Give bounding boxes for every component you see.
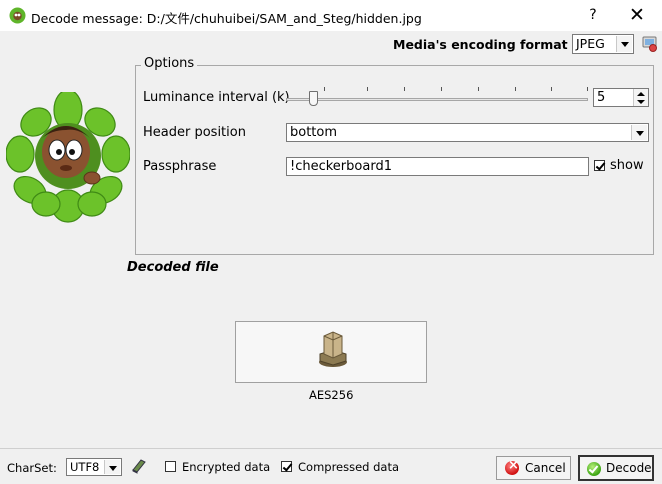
decoded-file-label: Decoded file <box>127 260 219 275</box>
encrypted-data-checkbox[interactable] <box>165 461 176 472</box>
cancel-button[interactable]: Cancel <box>496 456 571 480</box>
slider-tick <box>551 87 552 91</box>
encoding-format-value: JPEG <box>576 36 605 51</box>
decode-button-label: Decode <box>606 461 652 475</box>
luminance-value: 5 <box>597 90 606 105</box>
show-passphrase-checkbox[interactable] <box>594 160 605 171</box>
chevron-down-icon <box>631 125 647 140</box>
options-legend: Options <box>141 56 198 71</box>
footer-separator <box>0 448 662 449</box>
header-position-value: bottom <box>290 125 338 140</box>
slider-tick <box>587 87 588 91</box>
charset-value: UTF8 <box>70 460 100 474</box>
slider-tick <box>367 87 368 91</box>
slider-tick <box>515 87 516 91</box>
package-icon <box>319 331 347 367</box>
chevron-down-icon <box>104 460 120 474</box>
luminance-slider-thumb[interactable] <box>309 91 318 106</box>
cancel-button-label: Cancel <box>525 461 566 475</box>
slider-tick <box>404 87 405 91</box>
decoded-file-caption: AES256 <box>309 388 354 402</box>
compressed-data-label[interactable]: Compressed data <box>298 460 399 474</box>
luminance-interval-label: Luminance interval (k) <box>143 90 290 105</box>
spin-up-icon[interactable] <box>637 92 645 96</box>
spin-down-icon[interactable] <box>637 100 645 104</box>
mascot-image <box>6 92 130 223</box>
decode-button[interactable]: Decode <box>578 455 654 481</box>
header-position-select[interactable]: bottom <box>286 123 649 142</box>
slider-tick <box>441 87 442 91</box>
help-button[interactable]: ? <box>583 4 603 26</box>
charset-select[interactable]: UTF8 <box>66 458 122 476</box>
format-settings-icon[interactable] <box>642 35 658 53</box>
window-title: Decode message: D:/文件/chuhuibei/SAM_and_… <box>31 11 422 26</box>
slider-tick <box>324 87 325 91</box>
close-button[interactable]: ✕ <box>626 4 648 26</box>
passphrase-value: !checkerboard1 <box>290 159 392 174</box>
compressed-data-checkbox[interactable] <box>281 461 292 472</box>
show-passphrase-label[interactable]: show <box>610 158 644 173</box>
chevron-down-icon <box>616 36 632 52</box>
book-icon[interactable] <box>131 458 147 474</box>
charset-label: CharSet: <box>7 461 57 475</box>
header-position-label: Header position <box>143 125 246 140</box>
passphrase-input[interactable]: !checkerboard1 <box>286 157 589 176</box>
encoding-format-select[interactable]: JPEG <box>572 34 634 54</box>
encrypted-data-label[interactable]: Encrypted data <box>182 460 270 474</box>
encoding-format-label: Media's encoding format : <box>393 37 577 52</box>
check-icon <box>587 462 601 476</box>
luminance-spinbox[interactable]: 5 <box>593 88 649 107</box>
passphrase-label: Passphrase <box>143 159 217 174</box>
cancel-icon <box>505 458 519 475</box>
app-icon <box>9 7 26 24</box>
slider-tick <box>478 87 479 91</box>
luminance-slider-track[interactable] <box>286 98 588 101</box>
spin-buttons[interactable] <box>633 89 648 106</box>
